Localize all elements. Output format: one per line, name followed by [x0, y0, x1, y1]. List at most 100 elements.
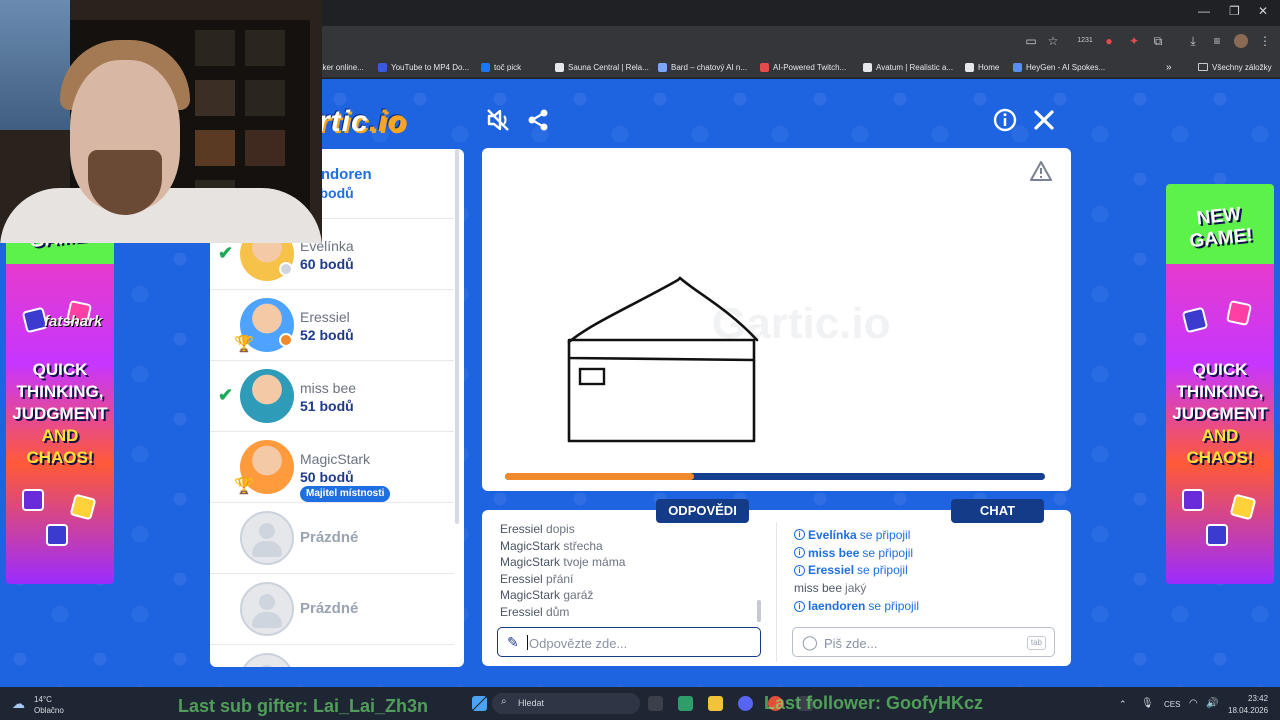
chat-author: laendoren [808, 599, 866, 614]
bookmark-label: YouTube to MP4 Do... [391, 62, 470, 72]
answer-input-placeholder: Odpovězte zde... [529, 636, 628, 651]
answer-item: MagicStark střecha [500, 539, 762, 556]
bookmark-label: Avatum | Realistic a... [876, 62, 954, 72]
empty-slot-label: Prázdné [300, 600, 359, 617]
empty-avatar-icon [240, 511, 294, 565]
player-status-dot [279, 262, 293, 276]
player-name: Eressiel [300, 309, 350, 325]
answer-item: Eressiel dopis [500, 522, 762, 539]
player-status-dot [279, 333, 293, 347]
answer-item: Eressiel dům [500, 605, 762, 622]
share-icon[interactable] [524, 107, 552, 135]
search-icon: ⌕ [501, 696, 507, 707]
tab-answers[interactable]: ODPOVĚDI [656, 499, 749, 523]
extension-icon[interactable]: ✦ [1127, 34, 1141, 48]
weather-temp[interactable]: 14°C [34, 695, 52, 704]
menu-kebab-icon[interactable]: ⋮ [1258, 34, 1272, 48]
chat-input-placeholder: Piš zde... [824, 636, 878, 651]
empty-avatar-icon [240, 582, 294, 636]
chat-list: i Evelínka se připojil i miss bee se připojil… [794, 526, 1054, 615]
bookmark-favicon-icon [965, 62, 974, 72]
microphone-icon[interactable]: 🎙 [1141, 698, 1154, 709]
info-icon[interactable] [991, 107, 1019, 135]
tab-chat[interactable]: CHAT [951, 499, 1044, 523]
app-icon[interactable] [678, 696, 693, 711]
bookmark-item[interactable]: toč pick [481, 60, 521, 74]
sticker-icon [69, 493, 97, 521]
record-extension-icon[interactable]: ● [1102, 34, 1116, 48]
sticker-icon [1229, 493, 1257, 521]
discord-icon[interactable] [738, 696, 753, 711]
bookmark-favicon-icon [1013, 62, 1022, 72]
tab-key-hint: tab [1026, 636, 1046, 650]
clock-time[interactable]: 23:42 [1248, 694, 1268, 703]
close-game-icon[interactable] [1030, 107, 1058, 135]
minimize-icon[interactable]: — [1198, 4, 1210, 18]
extension-badge[interactable]: 1231 [1076, 34, 1094, 48]
file-explorer-icon[interactable] [708, 696, 723, 711]
chat-input[interactable]: ◯ Piš zde... tab [792, 627, 1055, 657]
answer-author: MagicStark [500, 588, 561, 603]
tray-chevron-icon[interactable]: ⌃ [1119, 699, 1127, 710]
right-ad-banner[interactable]: NEW GAME! QUICK THINKING, JUDGMENT AND C… [1166, 184, 1274, 584]
restore-icon[interactable]: ❐ [1229, 4, 1240, 18]
chat-author: miss bee [794, 581, 843, 596]
volume-icon[interactable]: 🔊 [1206, 698, 1218, 709]
player-avatar [240, 369, 294, 423]
bookmark-label: toč pick [494, 62, 522, 72]
chat-message: i Eressiel se připojil [794, 562, 1054, 580]
player-row[interactable]: 🏆 Eressiel 52 bodů [210, 290, 454, 361]
bookmark-item[interactable]: Home [965, 60, 999, 74]
bookmark-item[interactable]: AI-Powered Twitch... [760, 60, 846, 74]
taskbar-search[interactable]: ⌕ Hledat [492, 693, 640, 714]
answers-chat-panel: ODPOVĚDI CHAT Eressiel dopis MagicStark s… [482, 499, 1071, 666]
bookmark-item[interactable]: aker online... [318, 60, 364, 74]
bookmark-favicon-icon [658, 62, 667, 72]
webcam-poster [0, 0, 70, 130]
bookmark-item[interactable]: Bard – chatový AI n... [658, 60, 747, 74]
taskbar-search-placeholder: Hledat [518, 698, 545, 708]
bookmark-favicon-icon [378, 62, 387, 72]
windows-start-icon[interactable] [472, 696, 487, 711]
input-language[interactable]: CES [1164, 700, 1180, 709]
chat-message: i miss bee se připojil [794, 544, 1054, 562]
bookmarks-overflow[interactable]: » [1166, 60, 1172, 74]
answer-text: střecha [563, 538, 603, 553]
guessed-check-icon: ✔ [218, 385, 234, 405]
all-bookmarks[interactable]: Všechny záložky [1198, 60, 1272, 74]
wifi-icon[interactable]: ◠ [1189, 698, 1198, 709]
empty-slot: Prázdné [210, 503, 454, 574]
players-scrollbar[interactable] [455, 149, 459, 524]
answers-list: Eressiel dopis MagicStark střecha MagicSta… [500, 522, 762, 624]
answer-text: přání [546, 571, 574, 586]
bookmark-item[interactable]: YouTube to MP4 Do... [378, 60, 469, 74]
screen-cast-icon[interactable]: ▭ [1024, 34, 1038, 48]
task-view-icon[interactable] [648, 696, 663, 711]
player-row[interactable]: 🏆 MagicStark 50 bodů Majitel místnosti [210, 432, 454, 503]
sound-muted-icon[interactable] [484, 107, 512, 135]
chat-text: se připojil [859, 527, 911, 542]
download-icon[interactable]: ⤓ [1186, 34, 1200, 48]
answer-input[interactable]: ✎ Odpovězte zde... [497, 627, 761, 657]
drawn-window [578, 367, 606, 386]
answer-author: Eressiel [500, 571, 543, 586]
media-control-icon[interactable]: ≡ [1210, 34, 1224, 48]
bookmark-item[interactable]: Avatum | Realistic a... [863, 60, 953, 74]
drawing-canvas[interactable]: Gartic.io [482, 148, 1071, 491]
star-bookmark-icon[interactable]: ☆ [1046, 34, 1060, 48]
empty-slot: Prázdné [210, 645, 454, 667]
weather-desc[interactable]: Oblačno [34, 706, 64, 715]
player-row[interactable]: ✔ miss bee 51 bodů [210, 361, 454, 432]
clock-date[interactable]: 18.04.2026 [1228, 706, 1268, 715]
bookmark-item[interactable]: HeyGen - AI Spokes... [1013, 60, 1105, 74]
bookmark-item[interactable]: Sauna Central | Rela... [555, 60, 649, 74]
profile-avatar[interactable] [1234, 34, 1248, 48]
trophy-icon: 🏆 [234, 478, 254, 495]
close-window-icon[interactable]: ✕ [1258, 4, 1268, 18]
answers-scrollbar[interactable] [757, 600, 761, 622]
sticker-icon [1181, 306, 1209, 334]
room-owner-badge: Majitel místnosti [300, 486, 391, 502]
extensions-puzzle-icon[interactable]: ⧉ [1151, 34, 1165, 48]
left-ad-banner[interactable]: NEW GAME! QUICK THINKING, JUDGMENT AND C… [6, 184, 114, 584]
bookmark-label: aker online... [318, 62, 364, 72]
